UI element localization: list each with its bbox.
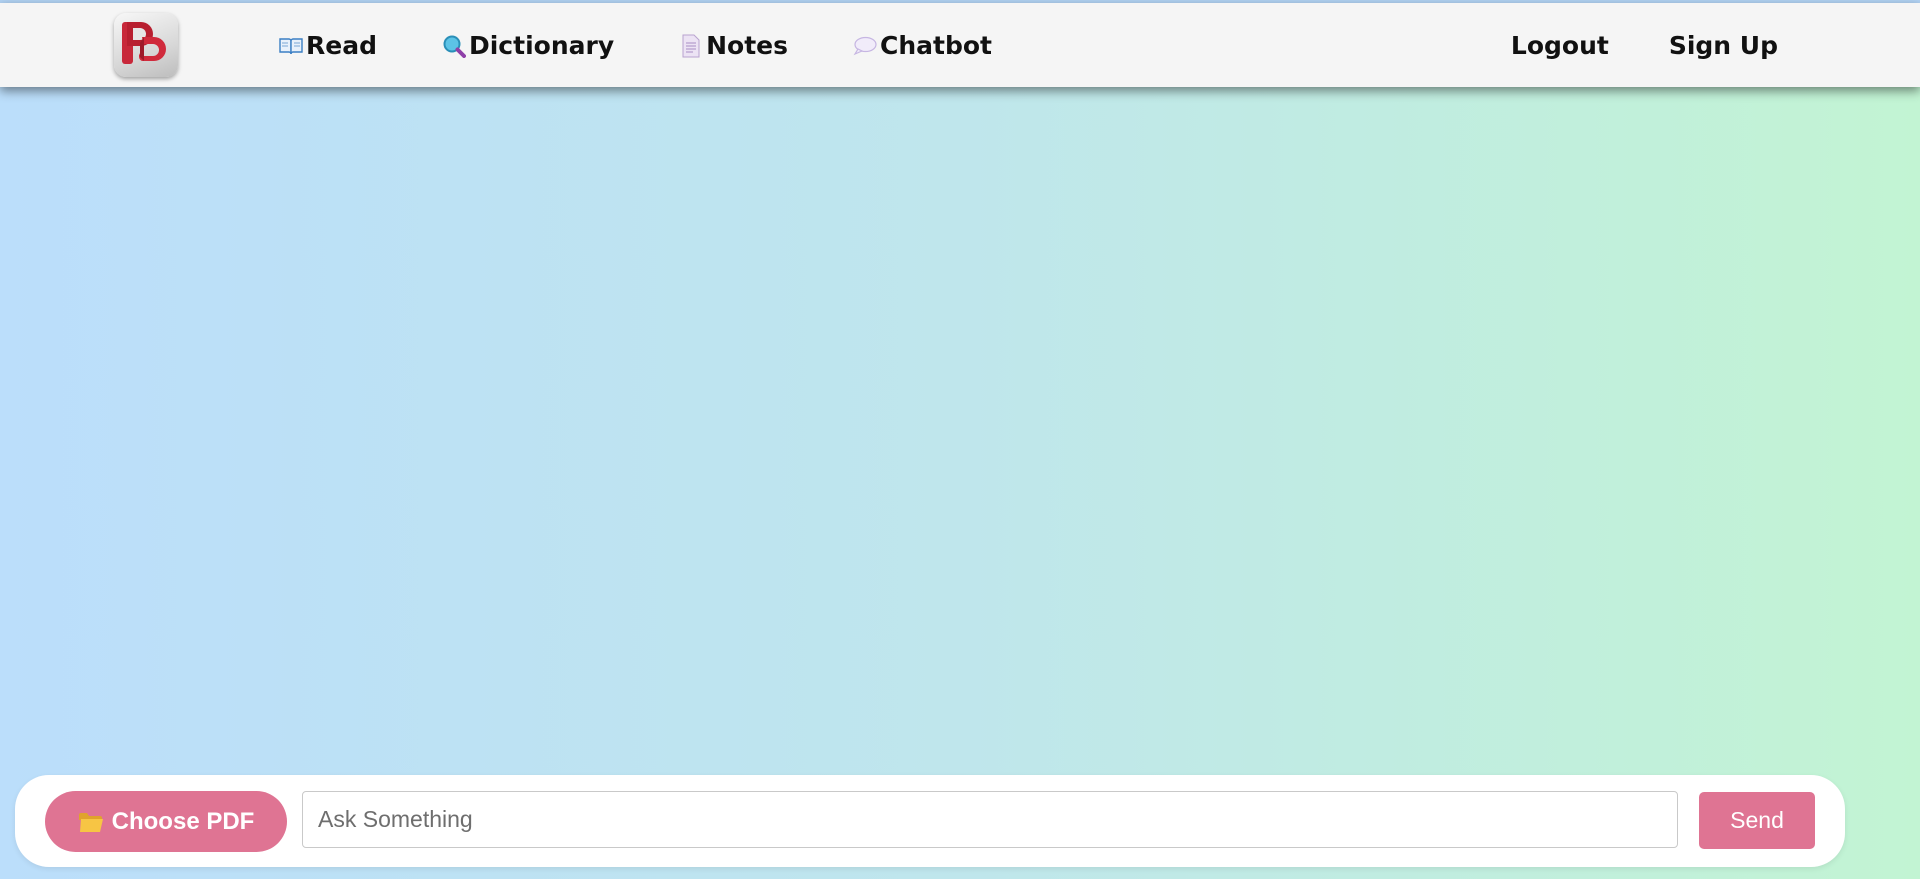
nav-notes[interactable]: Notes xyxy=(678,31,788,60)
nav-chatbot-label: Chatbot xyxy=(880,31,993,60)
pb-logo-icon[interactable] xyxy=(114,13,178,77)
main-nav: Read Dictionary Notes Chatbot xyxy=(278,31,1056,60)
nav-chatbot[interactable]: Chatbot xyxy=(852,31,992,60)
open-book-icon xyxy=(278,33,304,59)
magnifier-icon xyxy=(441,33,467,59)
choose-pdf-button[interactable]: Choose PDF xyxy=(45,791,287,852)
nav-read[interactable]: Read xyxy=(278,31,377,60)
send-button[interactable]: Send xyxy=(1699,792,1815,849)
nav-dictionary-label: Dictionary xyxy=(468,31,615,60)
nav-dictionary[interactable]: Dictionary xyxy=(441,31,614,60)
choose-pdf-label: Choose PDF xyxy=(111,807,255,835)
logout-link[interactable]: Logout xyxy=(1511,31,1609,60)
page-icon xyxy=(678,33,704,59)
signup-link[interactable]: Sign Up xyxy=(1669,31,1778,60)
navbar: Read Dictionary Notes Chatbot Logout Sig… xyxy=(0,3,1920,87)
auth-nav: Logout Sign Up xyxy=(1451,31,1778,60)
ask-input[interactable] xyxy=(302,791,1678,848)
speech-bubble-icon xyxy=(852,33,878,59)
nav-read-label: Read xyxy=(306,31,377,60)
chat-input-bar: Choose PDF Send xyxy=(15,775,1845,867)
folder-icon xyxy=(78,811,104,833)
nav-notes-label: Notes xyxy=(706,31,789,60)
